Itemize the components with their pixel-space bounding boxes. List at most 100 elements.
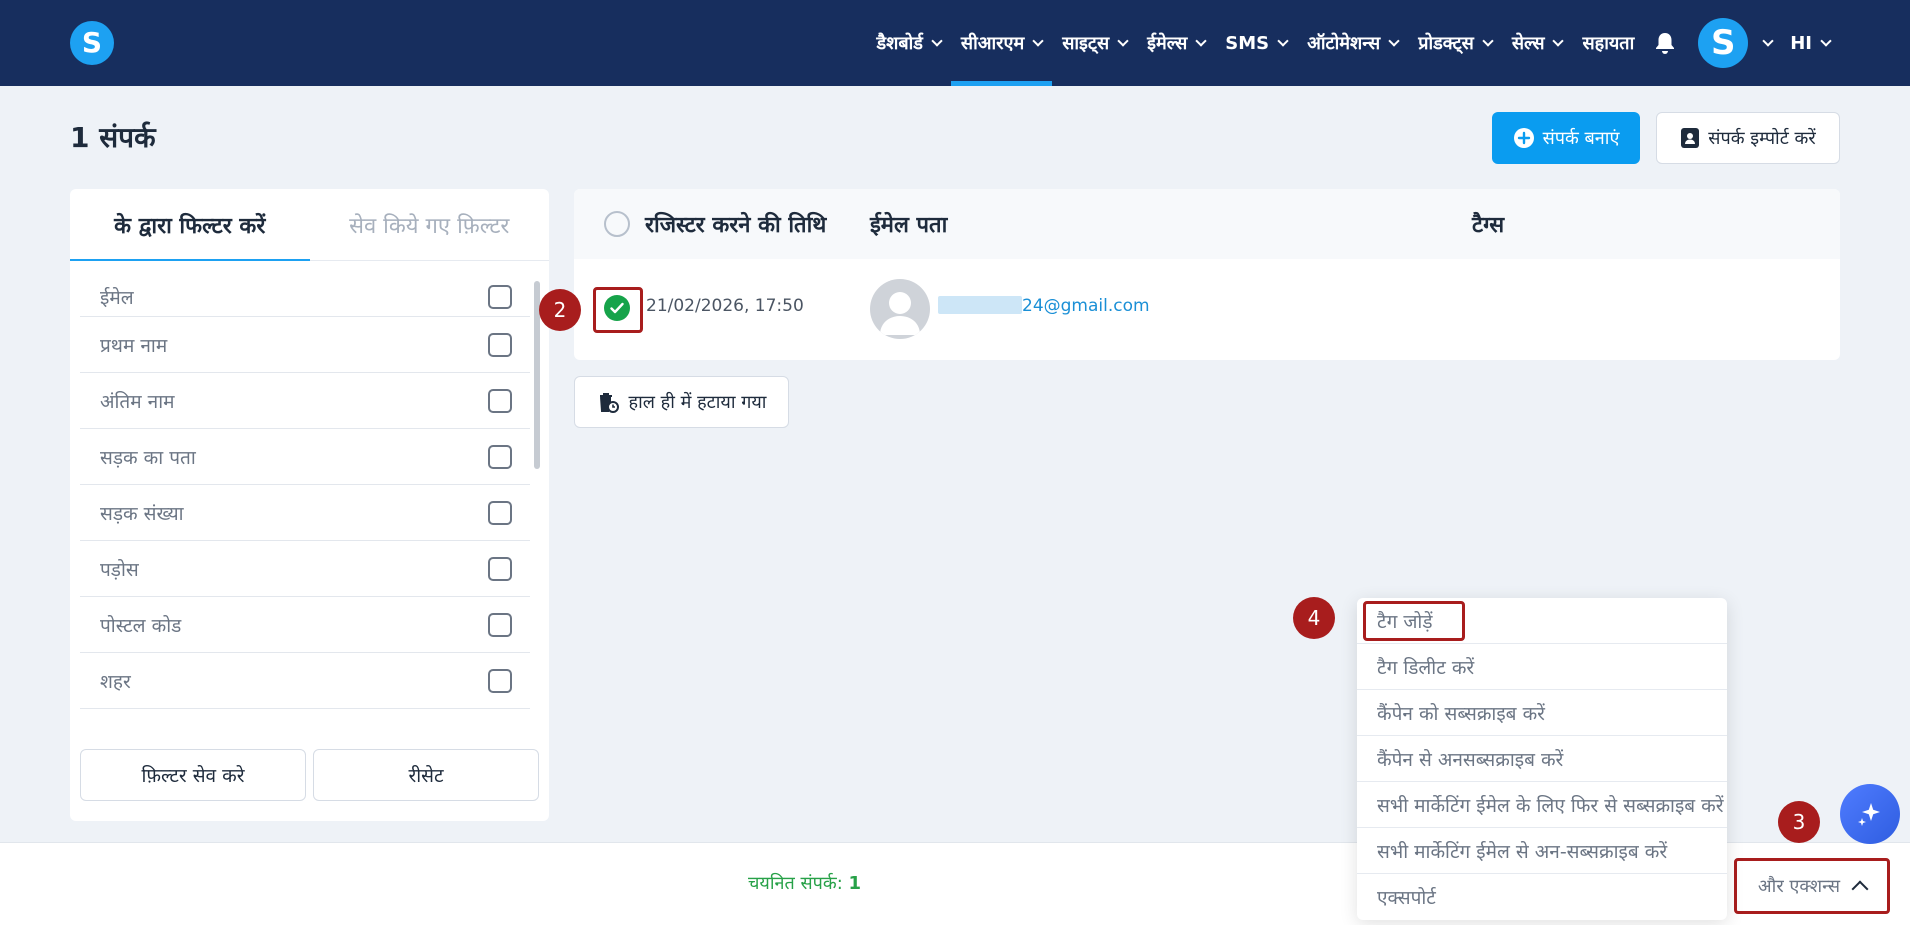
filter-item-city[interactable]: शहर: [80, 653, 530, 709]
chevron-down-icon: [1032, 34, 1044, 47]
chevron-down-icon: [1820, 34, 1832, 47]
column-header-register-date[interactable]: रजिस्टर करने की तिथि: [645, 189, 826, 259]
menu-item-label: सभी मार्केटिंग ईमेल के लिए फिर से सब्सक्…: [1377, 794, 1724, 817]
menu-item-unsubscribe-campaign[interactable]: कैंपेन से अनसब्सक्राइब करें: [1357, 736, 1727, 782]
nav-item-dashboard[interactable]: डैशबोर्ड: [866, 0, 950, 86]
filter-panel: के द्वारा फिल्टर करें सेव किये गए फ़िल्ट…: [70, 189, 549, 821]
select-all-radio[interactable]: [604, 211, 630, 237]
nav-item-label: सहायता: [1582, 33, 1635, 54]
menu-item-export[interactable]: एक्सपोर्ट: [1357, 874, 1727, 920]
chevron-up-icon: [1851, 880, 1869, 898]
annotation-marker-3: 3: [1778, 801, 1820, 843]
email-redaction: [938, 296, 1022, 314]
menu-item-add-tag[interactable]: टैग जोड़ें: [1357, 598, 1727, 644]
tab-filter-by[interactable]: के द्वारा फिल्टर करें: [70, 189, 310, 261]
nav-item-products[interactable]: प्रोडक्ट्स: [1408, 0, 1502, 86]
filter-item-label: शहर: [100, 670, 131, 693]
nav-item-sales[interactable]: सेल्स: [1502, 0, 1573, 86]
chevron-down-icon: [1388, 34, 1400, 47]
filter-checkbox[interactable]: [488, 332, 512, 357]
chevron-down-icon: [1762, 34, 1774, 47]
menu-item-resubscribe-all-marketing[interactable]: सभी मार्केटिंग ईमेल के लिए फिर से सब्सक्…: [1357, 782, 1727, 828]
filter-checkbox[interactable]: [488, 284, 512, 309]
filter-checkbox[interactable]: [488, 612, 512, 637]
user-avatar[interactable]: S: [1698, 18, 1749, 68]
nav-item-label: SMS: [1225, 32, 1270, 54]
nav-item-sites[interactable]: साइट्स: [1052, 0, 1137, 86]
row-email-text: 24@gmail.com: [1022, 296, 1150, 316]
filter-actions: फ़िल्टर सेव करे रीसेट: [80, 749, 539, 801]
save-filter-button[interactable]: फ़िल्टर सेव करे: [80, 749, 306, 801]
filter-field-list: ईमेल प्रथम नाम अंतिम नाम सड़क का पता सड़…: [80, 277, 530, 717]
row-email-link[interactable]: 24@gmail.com: [938, 296, 1150, 316]
nav-item-help[interactable]: सहायता: [1572, 0, 1644, 86]
filter-checkbox[interactable]: [488, 556, 512, 581]
menu-item-label: कैंपेन से अनसब्सक्राइब करें: [1377, 748, 1564, 771]
menu-item-subscribe-campaign[interactable]: कैंपेन को सब्सक्राइब करें: [1357, 690, 1727, 736]
filter-item-label: ईमेल: [100, 286, 134, 309]
page-title: 1 संपर्क: [70, 121, 156, 154]
import-contacts-button[interactable]: संपर्क इम्पोर्ट करें: [1656, 112, 1840, 164]
filter-checkbox[interactable]: [488, 668, 512, 693]
nav-item-label: ईमेल्स: [1147, 33, 1188, 54]
column-header-tags[interactable]: टैग्स: [1472, 189, 1504, 259]
table-row[interactable]: 21/02/2026, 17:50 24@gmail.com: [574, 259, 1840, 360]
nav-item-automations[interactable]: ऑटोमेशन्स: [1297, 0, 1408, 86]
selected-contacts-count: चयनित संपर्क: 1: [748, 871, 861, 895]
nav-item-sms[interactable]: SMS: [1215, 0, 1297, 86]
import-contacts-label: संपर्क इम्पोर्ट करें: [1708, 128, 1816, 149]
more-actions-button[interactable]: और एक्शन्स: [1734, 858, 1890, 914]
contact-card-icon: [1681, 128, 1700, 148]
filter-checkbox[interactable]: [488, 500, 512, 525]
tab-saved-filters[interactable]: सेव किये गए फ़िल्टर: [310, 189, 550, 260]
annotation-highlight-row-checkbox: [593, 287, 643, 333]
menu-item-unsubscribe-all-marketing[interactable]: सभी मार्केटिंग ईमेल से अन-सब्सक्राइब करे…: [1357, 828, 1727, 874]
filter-tabs: के द्वारा फिल्टर करें सेव किये गए फ़िल्ट…: [70, 189, 549, 261]
chevron-down-icon: [1195, 34, 1207, 47]
menu-item-label: टैग डिलीट करें: [1377, 656, 1475, 679]
chevron-down-icon: [1277, 34, 1289, 47]
contacts-table: रजिस्टर करने की तिथि ईमेल पता टैग्स 21/0…: [574, 189, 1840, 360]
nav-item-label: साइट्स: [1062, 33, 1110, 54]
nav-item-label: सीआरएम: [960, 33, 1025, 54]
recently-deleted-button[interactable]: हाल ही में हटाया गया: [574, 376, 789, 428]
nav-item-crm[interactable]: सीआरएम: [950, 0, 1053, 86]
filter-item-email[interactable]: ईमेल: [80, 277, 530, 317]
filter-checkbox[interactable]: [488, 388, 512, 413]
table-header: रजिस्टर करने की तिथि ईमेल पता टैग्स: [574, 189, 1840, 259]
annotation-marker-4: 4: [1293, 597, 1335, 639]
filter-item-postal-code[interactable]: पोस्टल कोड: [80, 597, 530, 653]
selected-contacts-number: 1: [848, 873, 862, 894]
nav-item-emails[interactable]: ईमेल्स: [1137, 0, 1215, 86]
bell-icon[interactable]: [1652, 0, 1678, 86]
nav-item-label: प्रोडक्ट्स: [1418, 33, 1474, 54]
avatar-menu-toggle[interactable]: [1754, 0, 1774, 86]
nav-item-label: डैशबोर्ड: [876, 33, 923, 54]
contact-avatar: [870, 279, 930, 339]
ai-assistant-sparkle-icon[interactable]: [1840, 784, 1900, 844]
filter-item-label: पोस्टल कोड: [100, 614, 182, 637]
filter-item-label: सड़क का पता: [100, 446, 196, 469]
language-selector[interactable]: HI: [1780, 0, 1840, 86]
menu-item-delete-tag[interactable]: टैग डिलीट करें: [1357, 644, 1727, 690]
reset-button[interactable]: रीसेट: [313, 749, 539, 801]
menu-item-label: कैंपेन को सब्सक्राइब करें: [1377, 702, 1545, 725]
filter-item-street-address[interactable]: सड़क का पता: [80, 429, 530, 485]
create-contact-button[interactable]: संपर्क बनाएं: [1492, 112, 1640, 164]
filter-item-label: अंतिम नाम: [100, 390, 175, 413]
recently-deleted-label: हाल ही में हटाया गया: [628, 392, 767, 413]
row-register-date: 21/02/2026, 17:50: [646, 296, 804, 316]
filter-item-neighborhood[interactable]: पड़ोस: [80, 541, 530, 597]
trash-clock-icon: [599, 393, 619, 413]
filter-item-street-number[interactable]: सड़क संख्या: [80, 485, 530, 541]
annotation-marker-2: 2: [539, 289, 581, 331]
column-header-email[interactable]: ईमेल पता: [870, 189, 947, 259]
nav-item-label: सेल्स: [1511, 33, 1545, 54]
filter-checkbox[interactable]: [488, 444, 512, 469]
app-logo[interactable]: S: [70, 21, 114, 65]
selected-contacts-label: चयनित संपर्क:: [748, 873, 843, 894]
create-contact-label: संपर्क बनाएं: [1542, 128, 1620, 149]
filter-item-first-name[interactable]: प्रथम नाम: [80, 317, 530, 373]
filter-item-last-name[interactable]: अंतिम नाम: [80, 373, 530, 429]
annotation-highlight-add-tag: [1363, 601, 1465, 641]
